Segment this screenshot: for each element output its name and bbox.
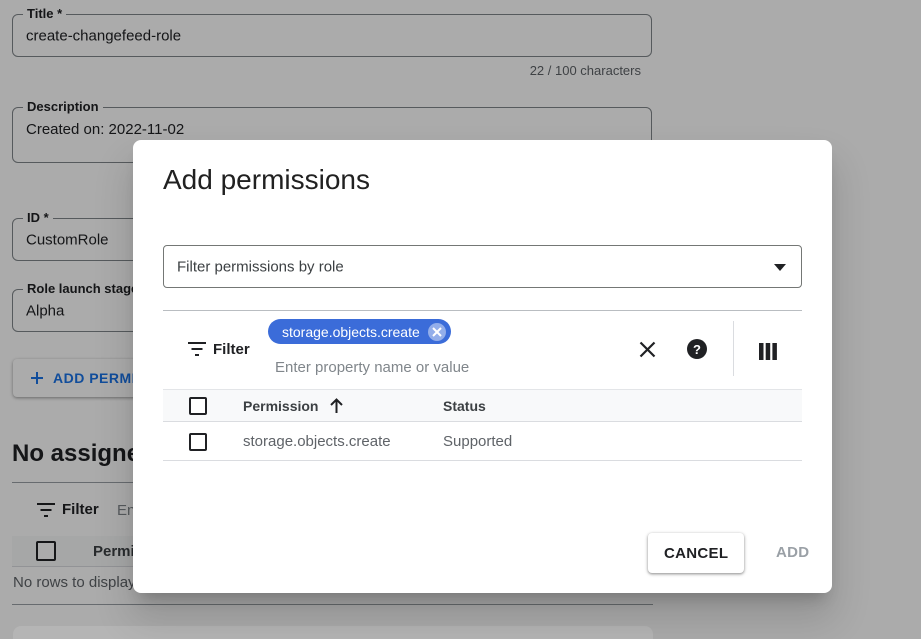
- filter-chip-label: storage.objects.create: [282, 324, 420, 340]
- close-icon: [639, 341, 656, 358]
- role-filter-select-value: Filter permissions by role: [177, 258, 344, 275]
- sort-ascending-icon[interactable]: [329, 398, 344, 414]
- permission-column-header[interactable]: Permission: [243, 390, 318, 422]
- column-display-options-button[interactable]: [757, 340, 779, 362]
- status-column-header[interactable]: Status: [443, 390, 486, 422]
- select-all-checkbox[interactable]: [189, 397, 207, 415]
- create-role-page: Title * create-changefeed-role 22 / 100 …: [0, 0, 921, 639]
- chip-remove-icon[interactable]: [428, 323, 446, 341]
- chevron-down-icon: [774, 264, 786, 271]
- role-filter-select[interactable]: Filter permissions by role: [163, 245, 802, 288]
- dialog-filter-input[interactable]: Enter property name or value: [275, 359, 469, 376]
- close-icon: [432, 327, 442, 337]
- clear-filters-button[interactable]: [636, 338, 658, 360]
- columns-icon: [759, 343, 777, 360]
- cancel-button[interactable]: CANCEL: [648, 533, 744, 573]
- filter-icon: [188, 342, 206, 356]
- toolbar-vertical-divider: [733, 321, 734, 376]
- help-button[interactable]: ?: [686, 338, 708, 360]
- row-checkbox[interactable]: [189, 433, 207, 451]
- row-permission: storage.objects.create: [243, 423, 391, 460]
- bottom-section-card: [13, 626, 653, 639]
- add-button[interactable]: ADD: [766, 533, 819, 573]
- dialog-table-header: Permission Status: [163, 389, 802, 422]
- table-row[interactable]: storage.objects.create Supported: [163, 423, 802, 461]
- toolbar-divider: [163, 310, 802, 311]
- row-status: Supported: [443, 423, 512, 460]
- dialog-filter-label: Filter: [213, 341, 250, 358]
- dialog-title: Add permissions: [163, 164, 370, 196]
- add-permissions-dialog: Add permissions Filter permissions by ro…: [133, 140, 832, 593]
- question-mark-icon: ?: [687, 339, 707, 359]
- filter-chip[interactable]: storage.objects.create: [268, 319, 451, 344]
